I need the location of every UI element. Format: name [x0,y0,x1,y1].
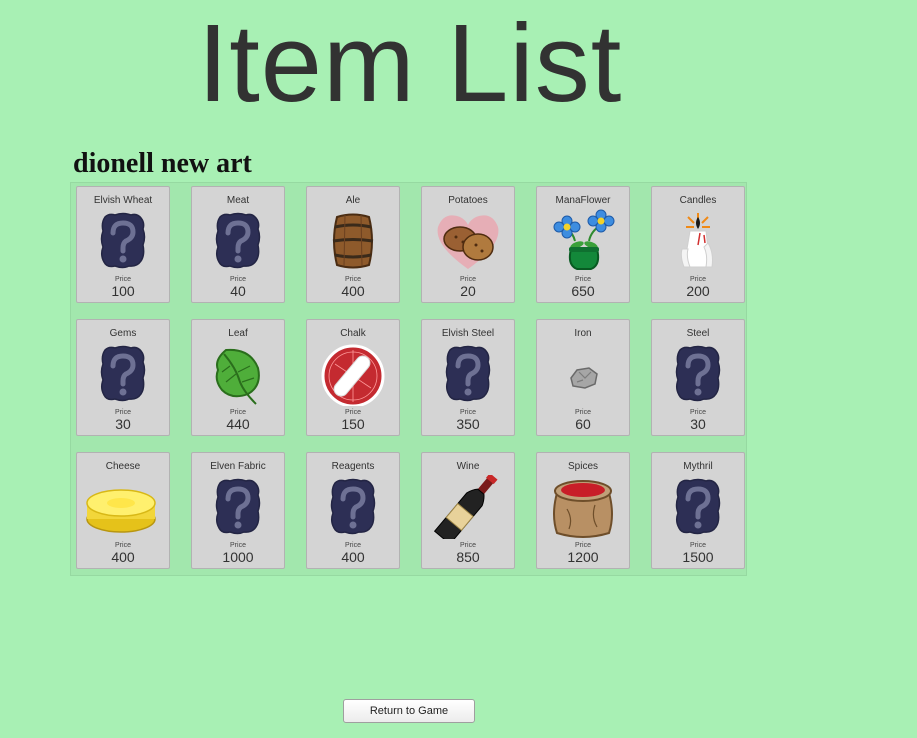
item-price: 400 [341,283,365,299]
item-price: 350 [456,416,480,432]
item-card[interactable]: Spices Price 1200 [536,452,630,569]
item-name: Leaf [228,328,248,339]
item-price: 200 [686,283,710,299]
item-name: ManaFlower [555,195,611,206]
item-price: 400 [111,549,135,565]
item-price: 150 [341,416,365,432]
price-label: Price [690,542,706,549]
item-price: 30 [690,416,706,432]
price-label: Price [690,409,706,416]
item-card[interactable]: Gems Price 30 [76,319,170,436]
question-icon [85,209,161,273]
item-name: Steel [686,328,710,339]
item-card[interactable]: Mythril Price 1500 [651,452,745,569]
item-price: 40 [230,283,246,299]
item-name: Spices [567,461,598,472]
item-card[interactable]: Meat Price 40 [191,186,285,303]
price-label: Price [575,542,591,549]
item-name: Potatoes [448,195,488,206]
item-card[interactable]: Chalk Price 150 [306,319,400,436]
item-card[interactable]: Elven Fabric Price 1000 [191,452,285,569]
page-title: Item List [197,2,623,125]
item-price: 100 [111,283,135,299]
spice-sack-icon [545,475,621,539]
item-name: Cheese [105,461,141,472]
item-card[interactable]: Candles Price 200 [651,186,745,303]
chalk-icon [315,342,391,408]
price-label: Price [345,276,361,283]
item-card[interactable]: Elvish Steel Price 350 [421,319,515,436]
iron-ore-icon [545,342,621,406]
question-icon [430,342,506,406]
item-price: 20 [460,283,476,299]
item-grid: Elvish Wheat Price 100 Meat Price 40 Ale Pri… [70,182,747,576]
question-icon [200,209,276,273]
barrel-icon [315,209,391,273]
item-card[interactable]: Elvish Wheat Price 100 [76,186,170,303]
price-label: Price [460,409,476,416]
question-icon [85,342,161,406]
item-name: Elvish Steel [441,328,495,339]
leaf-icon [200,342,276,406]
item-price: 30 [115,416,131,432]
price-label: Price [115,542,131,549]
price-label: Price [690,276,706,283]
item-name: Elvish Wheat [93,195,153,206]
item-card[interactable]: ManaFlower Price 650 [536,186,630,303]
return-to-game-button[interactable]: Return to Game [343,699,475,723]
item-name: Candles [679,195,717,206]
price-label: Price [115,409,131,416]
wine-bottle-icon [430,473,506,545]
item-price: 440 [226,416,250,432]
item-price: 850 [456,549,480,565]
item-name: Chalk [340,328,366,339]
item-name: Gems [109,328,137,339]
item-name: Meat [226,195,250,206]
price-label: Price [345,542,361,549]
item-card[interactable]: Steel Price 30 [651,319,745,436]
item-name: Reagents [331,461,375,472]
item-price: 1500 [682,549,714,565]
item-price: 60 [575,416,591,432]
question-icon [315,475,391,539]
item-card[interactable]: Ale Price 400 [306,186,400,303]
item-card[interactable]: Leaf Price 440 [191,319,285,436]
item-name: Elven Fabric [210,461,266,472]
item-price: 1000 [222,549,254,565]
price-label: Price [230,276,246,283]
price-label: Price [575,409,591,416]
item-name: Mythril [683,461,713,472]
item-price: 650 [571,283,595,299]
price-label: Price [230,542,246,549]
price-label: Price [230,409,246,416]
question-icon [200,475,276,539]
item-card[interactable]: Wine Price 850 [421,452,515,569]
item-name: Ale [345,195,361,206]
flower-pot-icon [545,209,621,273]
price-label: Price [460,276,476,283]
question-icon [660,475,736,539]
price-label: Price [460,542,476,549]
item-card[interactable]: Cheese Price 400 [76,452,170,569]
price-label: Price [575,276,591,283]
item-card[interactable]: Iron Price 60 [536,319,630,436]
section-heading: dionell new art [73,148,252,179]
item-price: 400 [341,549,365,565]
item-card[interactable]: Potatoes Price 20 [421,186,515,303]
cheese-icon [85,475,161,539]
price-label: Price [115,276,131,283]
item-card[interactable]: Reagents Price 400 [306,452,400,569]
item-price: 1200 [567,549,599,565]
price-label: Price [345,409,361,416]
item-name: Wine [456,461,480,472]
question-icon [660,342,736,406]
item-name: Iron [574,328,592,339]
potatoes-icon [430,209,506,273]
candles-icon [660,209,736,273]
